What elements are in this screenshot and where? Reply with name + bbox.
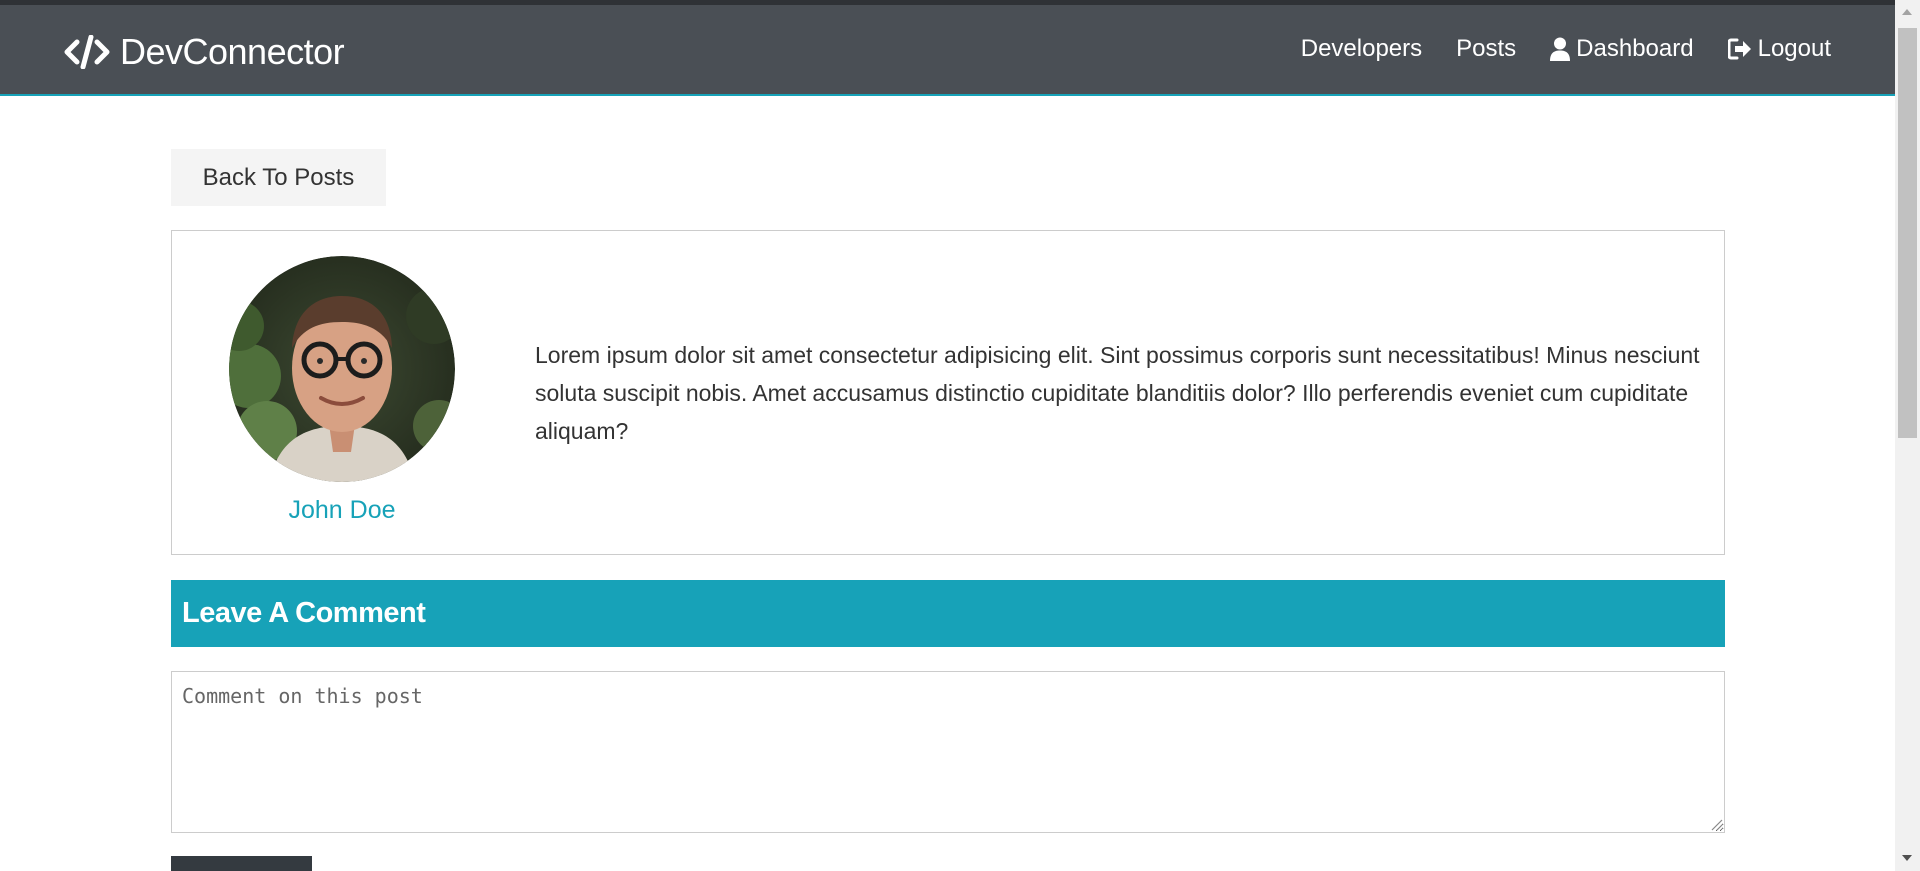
submit-comment-button[interactable]: [171, 856, 312, 871]
scroll-up-icon[interactable]: [1902, 9, 1912, 15]
avatar[interactable]: [229, 256, 455, 482]
nav-link-label: Dashboard: [1576, 35, 1694, 62]
code-icon: [64, 35, 110, 69]
leave-comment-header: Leave A Comment: [171, 580, 1725, 647]
post-card: John Doe Lorem ipsum dolor sit amet cons…: [171, 230, 1725, 555]
nav-link-dashboard[interactable]: Dashboard: [1550, 35, 1694, 63]
nav-link-posts[interactable]: Posts: [1456, 35, 1516, 63]
nav-link-label: Logout: [1757, 35, 1831, 62]
post-author: John Doe: [229, 256, 455, 525]
brand-link[interactable]: DevConnector: [64, 29, 345, 75]
nav-link-logout[interactable]: Logout: [1727, 35, 1831, 63]
scrollbar[interactable]: [1895, 0, 1920, 871]
brand-name: DevConnector: [120, 31, 345, 72]
nav-links: Developers Posts Dashboard Logout: [1267, 35, 1831, 63]
nav-link-label: Developers: [1300, 35, 1423, 62]
comment-textarea[interactable]: [171, 671, 1725, 833]
navbar: DevConnector Developers Posts Dashboard …: [0, 5, 1895, 96]
nav-link-label: Posts: [1456, 35, 1517, 62]
post-text: Lorem ipsum dolor sit amet consectetur a…: [535, 342, 1700, 444]
scroll-down-icon[interactable]: [1902, 855, 1912, 861]
user-icon: [1550, 37, 1571, 61]
resize-grip-icon[interactable]: [1709, 817, 1723, 831]
scroll-thumb[interactable]: [1898, 28, 1917, 438]
author-name-link[interactable]: John Doe: [229, 496, 455, 525]
nav-link-developers[interactable]: Developers: [1301, 35, 1422, 63]
back-to-posts-button[interactable]: Back To Posts: [171, 149, 386, 206]
sign-out-icon: [1727, 38, 1751, 60]
